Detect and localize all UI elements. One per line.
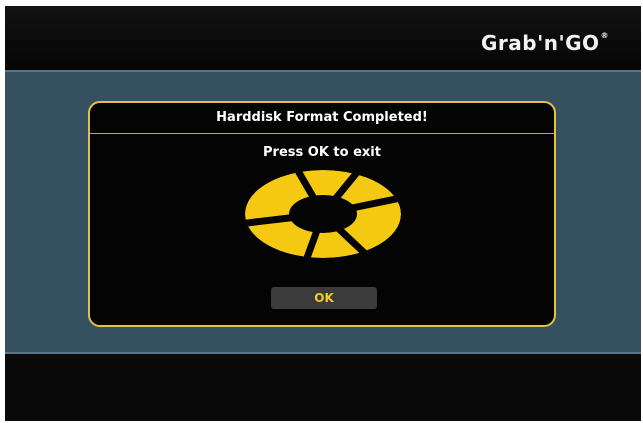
tv-screen: Grab'n'GO® Harddisk Format Completed! Pr… [5, 6, 641, 421]
format-complete-dialog: Harddisk Format Completed! Press OK to e… [88, 101, 556, 327]
footer-bar [5, 354, 641, 421]
registered-mark: ® [600, 31, 609, 40]
menu-stage: Harddisk Format Completed! Press OK to e… [5, 70, 641, 354]
title-divider [90, 133, 554, 134]
dialog-message: Press OK to exit [263, 145, 381, 160]
busy-spinner-icon [245, 170, 401, 258]
dialog-title: Harddisk Format Completed! [216, 110, 428, 125]
brand-name: Grab'n'GO [481, 31, 600, 55]
header-bar: Grab'n'GO® [5, 6, 641, 70]
brand-logo: Grab'n'GO® [481, 31, 609, 55]
ok-button[interactable]: OK [271, 287, 377, 309]
